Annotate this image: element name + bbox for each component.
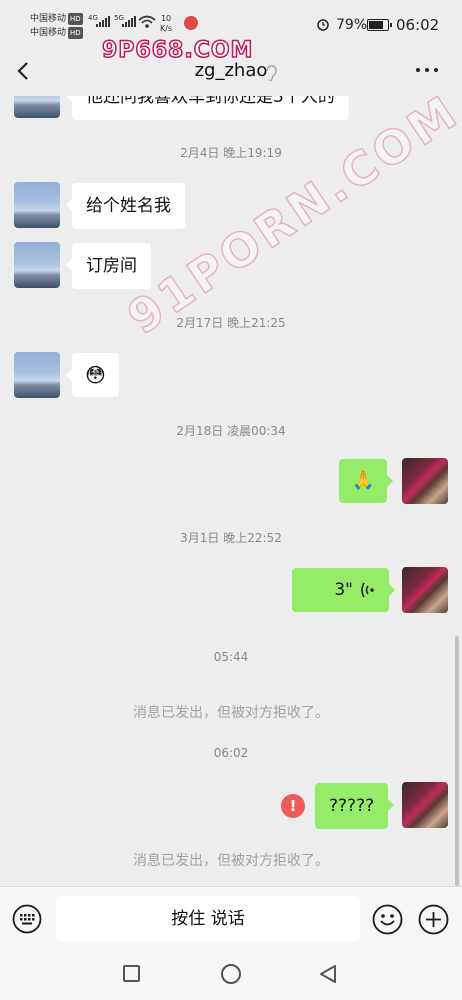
chat-title: zg_zhao bbox=[194, 60, 268, 81]
system-message: 消息已发出，但被对方拒收了。 bbox=[133, 853, 329, 869]
my-avatar[interactable] bbox=[402, 567, 448, 613]
contact-avatar[interactable] bbox=[14, 242, 60, 288]
my-avatar[interactable] bbox=[402, 782, 448, 828]
message-bubble[interactable]: 订房间 bbox=[66, 243, 151, 289]
timestamp: 3月1日 晚上22:52 bbox=[180, 531, 282, 545]
status-time: 06:02 bbox=[396, 16, 440, 34]
voice-wave-icon bbox=[361, 582, 374, 598]
carrier-2: 中国移动 HD bbox=[30, 27, 83, 39]
recent-apps-icon[interactable] bbox=[123, 965, 140, 982]
input-bar: 按住 说话 bbox=[0, 886, 462, 952]
battery-percent: 79% bbox=[336, 17, 368, 33]
contact-avatar[interactable] bbox=[14, 352, 60, 398]
system-nav-bar bbox=[0, 952, 462, 1000]
system-message: 消息已发出，但被对方拒收了。 bbox=[133, 705, 329, 721]
message-bubble[interactable]: 给个姓名我 bbox=[66, 183, 185, 229]
message-bubble[interactable]: ????? bbox=[315, 783, 395, 829]
contact-avatar[interactable] bbox=[14, 96, 60, 118]
scrollbar[interactable] bbox=[455, 636, 459, 886]
timestamp: 05:44 bbox=[213, 650, 249, 664]
timestamp: 2月18日 凌晨00:34 bbox=[176, 424, 286, 438]
contact-avatar[interactable] bbox=[14, 182, 60, 228]
hold-to-talk-button[interactable]: 按住 说话 bbox=[56, 896, 360, 942]
hd-badge: HD bbox=[68, 13, 83, 25]
wifi-icon bbox=[138, 15, 156, 28]
signal-icon bbox=[122, 16, 136, 27]
carrier-1: 中国移动 HD bbox=[30, 13, 83, 25]
battery-icon bbox=[367, 19, 392, 31]
network-speed: 10 K/s bbox=[160, 14, 172, 34]
emoji-message[interactable]: 😳 bbox=[66, 353, 119, 397]
speed-unit: K/s bbox=[160, 24, 173, 33]
plus-icon[interactable] bbox=[418, 904, 449, 935]
keyboard-icon[interactable] bbox=[12, 904, 42, 934]
back-icon[interactable] bbox=[318, 964, 338, 984]
timestamp: 2月4日 晚上19:19 bbox=[180, 146, 282, 160]
carrier-1-label: 中国移动 bbox=[30, 14, 67, 24]
home-icon[interactable] bbox=[221, 964, 241, 984]
app-notification-icon bbox=[184, 16, 198, 30]
more-icon[interactable] bbox=[416, 68, 438, 72]
speed-value: 10 bbox=[160, 14, 172, 23]
voice-duration: 3" bbox=[334, 580, 353, 600]
signal-icon bbox=[96, 16, 110, 27]
alarm-icon bbox=[317, 19, 329, 31]
watermark-top: 9P668.COM bbox=[101, 37, 254, 64]
hd-badge: HD bbox=[68, 27, 83, 39]
send-failed-icon[interactable]: ! bbox=[281, 794, 305, 818]
ear-icon bbox=[266, 65, 277, 82]
carrier-2-label: 中国移动 bbox=[30, 28, 67, 38]
timestamp: 06:02 bbox=[213, 746, 249, 760]
emoji-icon[interactable] bbox=[372, 904, 403, 935]
timestamp: 2月17日 晚上21:25 bbox=[176, 316, 286, 330]
my-avatar[interactable] bbox=[402, 458, 448, 504]
emoji-message[interactable]: 🙏 bbox=[339, 459, 394, 503]
message-bubble[interactable]: 他还问我喜欢车到你还是3个人的 bbox=[66, 96, 349, 120]
chat-area[interactable]: 他还问我喜欢车到你还是3个人的 2月4日 晚上19:19 给个姓名我 订房间 2… bbox=[0, 96, 462, 886]
voice-message[interactable]: 3" bbox=[292, 568, 395, 612]
